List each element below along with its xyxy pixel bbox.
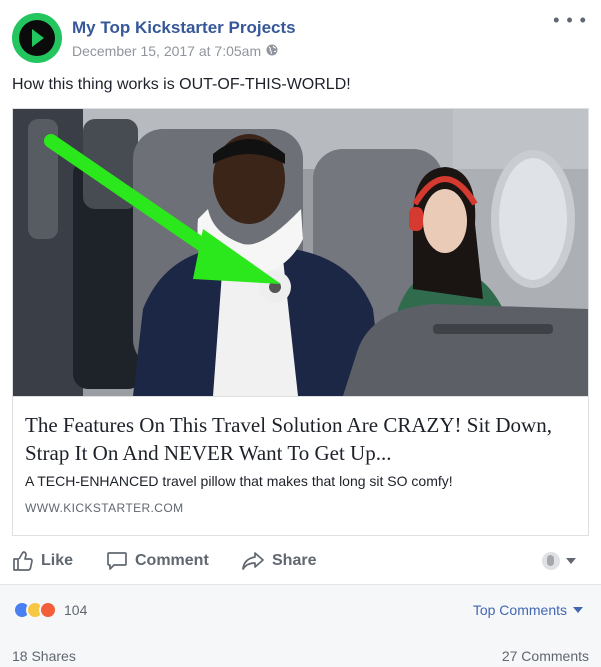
link-preview-card[interactable]: The Features On This Travel Solution Are… [12,108,589,536]
share-label: Share [272,552,317,569]
page-avatar[interactable] [12,13,62,63]
like-button[interactable]: Like [12,545,73,577]
more-options-icon[interactable]: • • • [553,11,587,29]
globe-icon[interactable] [266,43,278,59]
link-domain: WWW.KICKSTARTER.COM [25,501,184,515]
share-arrow-icon [242,552,264,570]
play-logo-icon [19,20,55,56]
post-as-selector[interactable] [542,545,576,577]
angry-icon [39,601,57,619]
comment-icon [107,552,127,570]
post-header: My Top Kickstarter Projects December 15,… [12,11,589,63]
post-meta: December 15, 2017 at 7:05am [72,43,278,59]
page-name-link[interactable]: My Top Kickstarter Projects [72,18,296,38]
reactions-summary[interactable]: 104 [13,600,87,620]
chevron-down-icon [573,607,583,613]
viewer-avatar [542,552,560,570]
share-button[interactable]: Share [241,545,316,577]
link-description: A TECH-ENHANCED travel pillow that makes… [25,473,453,489]
comments-count[interactable]: 27 Comments [502,648,589,664]
shares-count[interactable]: 18 Shares [12,648,76,664]
link-preview-image[interactable] [13,109,588,396]
link-preview-info[interactable]: The Features On This Travel Solution Are… [13,396,588,535]
link-title[interactable]: The Features On This Travel Solution Are… [25,411,577,467]
like-label: Like [41,552,74,569]
comment-button[interactable]: Comment [106,545,209,577]
top-comments-label: Top Comments [472,602,567,618]
post-message: How this thing works is OUT-OF-THIS-WORL… [12,76,351,93]
engagement-bar: 104 Top Comments 18 Shares 27 Comments [0,584,601,667]
thumbs-up-icon [13,551,33,571]
reaction-count[interactable]: 104 [64,602,87,618]
post-timestamp[interactable]: December 15, 2017 at 7:05am [72,43,261,59]
comment-label: Comment [135,552,209,569]
chevron-down-icon [566,558,576,564]
post-actions: Like Comment Share [12,545,589,577]
facebook-post: My Top Kickstarter Projects December 15,… [0,0,601,667]
top-comments-dropdown[interactable]: Top Comments [473,602,583,618]
